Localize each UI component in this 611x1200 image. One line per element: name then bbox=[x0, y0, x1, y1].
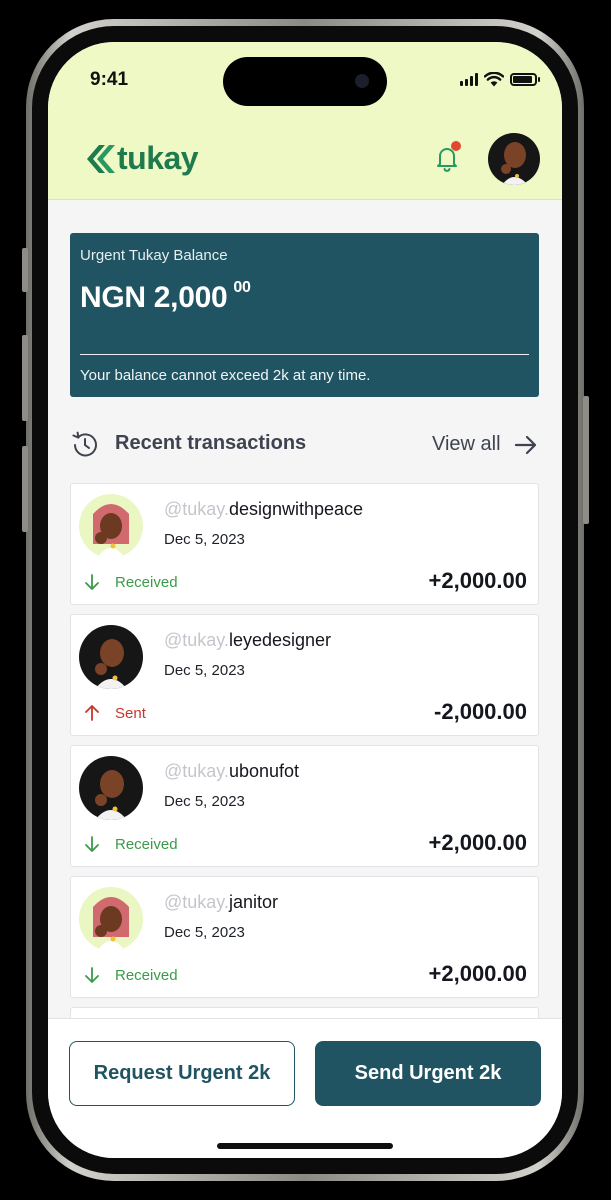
home-indicator[interactable] bbox=[217, 1143, 393, 1149]
transaction-row[interactable]: @tukay.ubonufot Dec 5, 2023 Received +2,… bbox=[70, 745, 539, 867]
transaction-direction: Received bbox=[83, 572, 178, 592]
transaction-avatar bbox=[79, 756, 143, 820]
transaction-handle: @tukay.ubonufot bbox=[164, 761, 300, 781]
transaction-amount: -2,000.00 bbox=[434, 699, 527, 724]
volume-up-button bbox=[22, 335, 28, 421]
transaction-direction: Sent bbox=[83, 703, 146, 723]
arrow-down-icon bbox=[85, 967, 99, 983]
status-time: 9:41 bbox=[90, 69, 129, 90]
cellular-signal-icon bbox=[460, 73, 478, 86]
transaction-direction: Received bbox=[83, 834, 178, 854]
transaction-direction: Received bbox=[83, 965, 178, 985]
balance-card: Urgent Tukay Balance NGN 2,000 00 Your ba… bbox=[70, 233, 539, 397]
arrow-up-icon bbox=[85, 705, 99, 721]
transaction-amount: +2,000.00 bbox=[428, 568, 527, 593]
transaction-direction-label: Received bbox=[115, 966, 178, 984]
transaction-row[interactable]: @tukay.janitor Dec 5, 2023 Received +2,0… bbox=[70, 876, 539, 998]
balance-amount-main: NGN 2,000 bbox=[80, 281, 228, 314]
transaction-date: Dec 5, 2023 bbox=[164, 793, 245, 810]
transaction-handle: @tukay.leyedesigner bbox=[164, 630, 332, 650]
transaction-direction-label: Received bbox=[115, 573, 178, 591]
view-all-link[interactable]: View all bbox=[432, 433, 501, 456]
balance-amount: NGN 2,000 00 bbox=[80, 279, 251, 315]
arrow-down-icon bbox=[85, 574, 99, 590]
transaction-row[interactable]: @tukay.designwithpeace Dec 5, 2023 Recei… bbox=[70, 483, 539, 605]
transaction-direction-label: Received bbox=[115, 835, 178, 853]
balance-amount-cents: 00 bbox=[233, 279, 251, 296]
transaction-handle: @tukay.janitor bbox=[164, 892, 278, 912]
recent-transactions-title: Recent transactions bbox=[115, 432, 307, 454]
logo-chevrons-icon bbox=[87, 144, 115, 173]
transaction-handle: @tukay.designwithpeace bbox=[164, 499, 364, 519]
profile-avatar[interactable] bbox=[488, 133, 540, 185]
request-urgent-button[interactable]: Request Urgent 2k bbox=[69, 1041, 295, 1106]
transaction-amount: +2,000.00 bbox=[428, 961, 527, 986]
transaction-avatar bbox=[79, 625, 143, 689]
balance-label: Urgent Tukay Balance bbox=[80, 247, 228, 264]
wifi-icon bbox=[484, 72, 504, 87]
arrow-down-icon bbox=[85, 836, 99, 852]
transaction-date: Dec 5, 2023 bbox=[164, 662, 245, 679]
balance-note: Your balance cannot exceed 2k at any tim… bbox=[80, 367, 371, 384]
battery-icon bbox=[510, 73, 540, 86]
transaction-amount: +2,000.00 bbox=[428, 830, 527, 855]
arrow-right-icon[interactable] bbox=[514, 434, 538, 456]
recent-transactions-header: Recent transactions View all bbox=[70, 428, 539, 460]
transaction-direction-label: Sent bbox=[115, 704, 146, 722]
bottom-action-bar: Request Urgent 2k Send Urgent 2k bbox=[48, 1018, 562, 1158]
transaction-avatar bbox=[79, 887, 143, 951]
transaction-row[interactable]: @tukay.leyedesigner Dec 5, 2023 Sent -2,… bbox=[70, 614, 539, 736]
transaction-date: Dec 5, 2023 bbox=[164, 924, 245, 941]
send-urgent-button[interactable]: Send Urgent 2k bbox=[315, 1041, 541, 1106]
balance-divider bbox=[80, 354, 529, 355]
dynamic-island bbox=[223, 57, 387, 106]
action-button bbox=[22, 248, 28, 292]
volume-down-button bbox=[22, 446, 28, 532]
app-screen: 9:41 tukay Urgent Tukay Balance NGN 2,00… bbox=[48, 42, 562, 1158]
logo-text: tukay bbox=[117, 140, 199, 176]
status-icons bbox=[460, 72, 540, 87]
app-header: 9:41 tukay bbox=[48, 42, 562, 200]
history-icon bbox=[72, 431, 97, 457]
power-button bbox=[583, 396, 589, 524]
transaction-avatar bbox=[79, 494, 143, 558]
tukay-logo[interactable]: tukay bbox=[81, 140, 199, 177]
transaction-date: Dec 5, 2023 bbox=[164, 531, 245, 548]
notification-dot bbox=[451, 141, 461, 151]
